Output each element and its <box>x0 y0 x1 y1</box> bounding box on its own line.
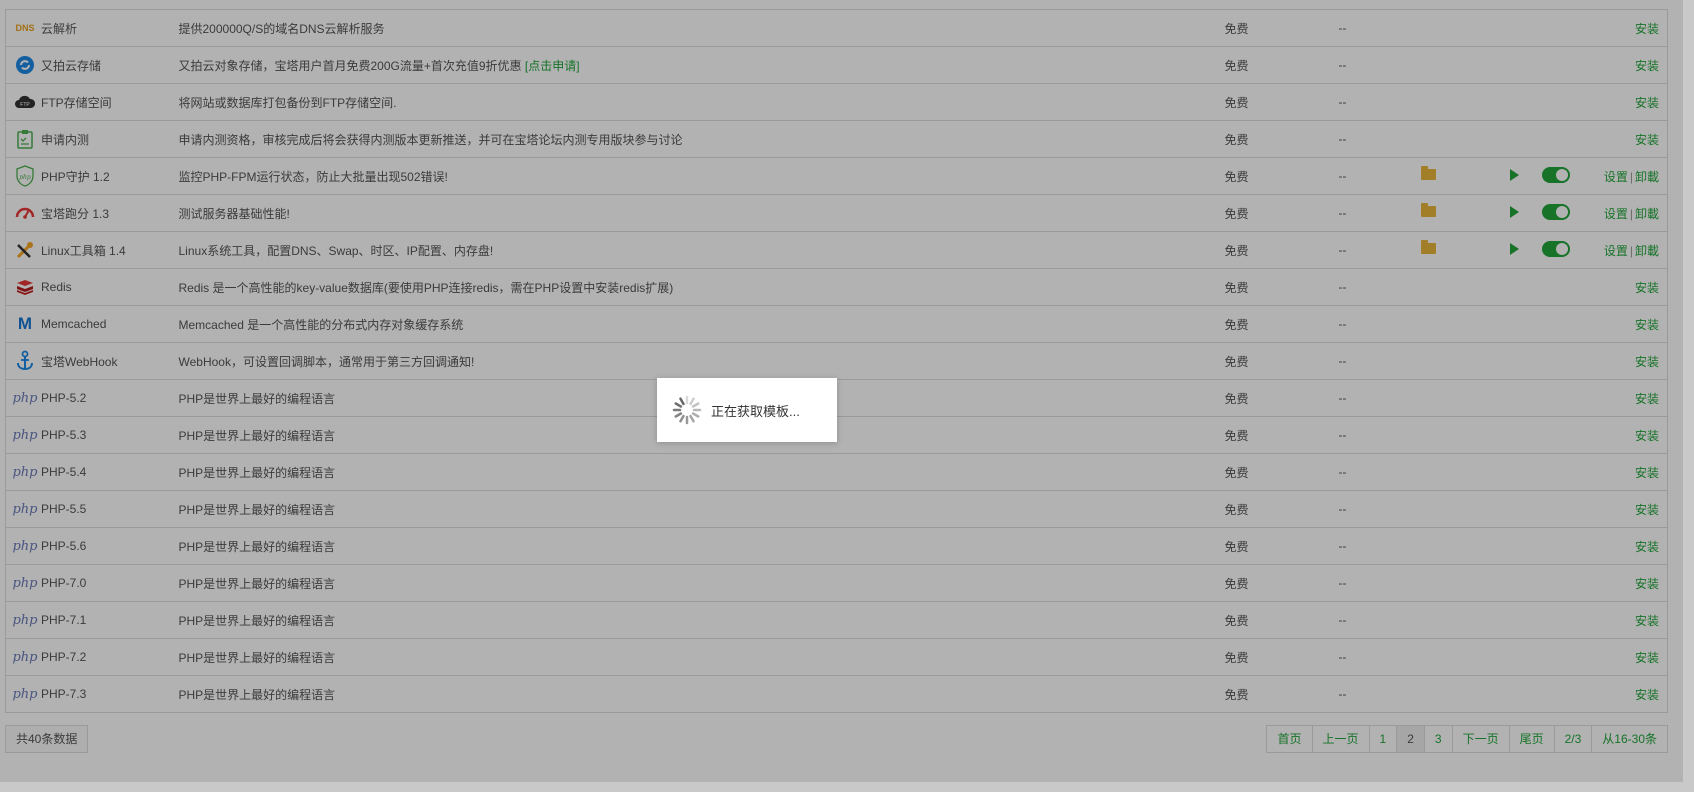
bottom-edge <box>0 782 1694 792</box>
loading-text: 正在获取模板... <box>711 403 800 419</box>
modal-overlay <box>0 0 1694 792</box>
loading-dialog: 正在获取模板... <box>657 378 837 442</box>
spinner-icon <box>672 395 702 425</box>
scrollbar-track[interactable] <box>1683 0 1694 792</box>
